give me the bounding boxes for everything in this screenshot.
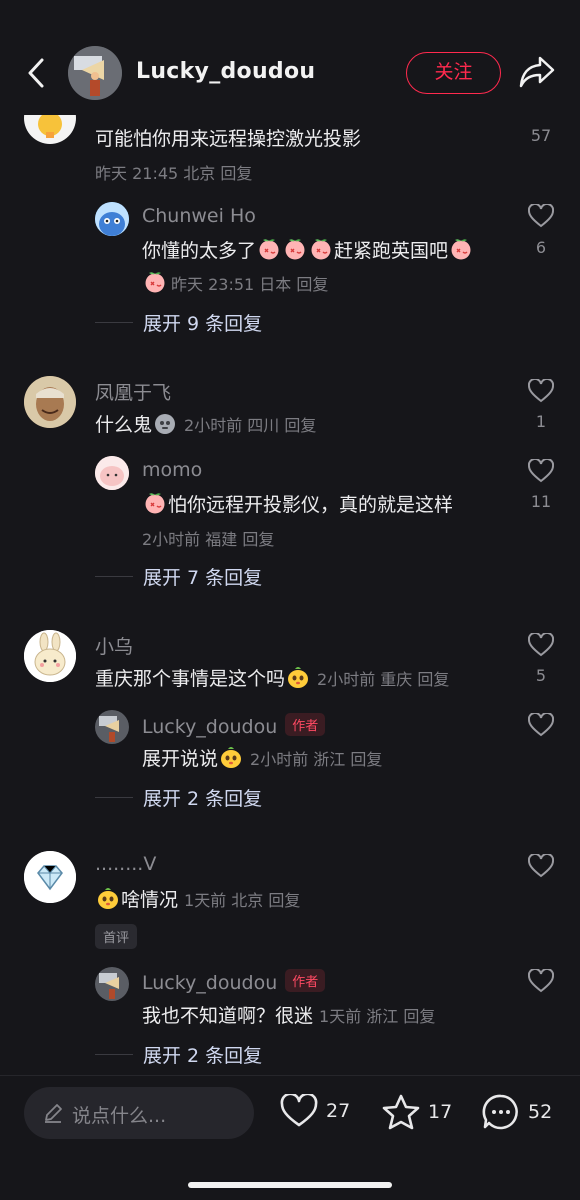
divider bbox=[95, 1054, 133, 1055]
like-count: 57 bbox=[530, 126, 552, 145]
avatar[interactable] bbox=[95, 202, 129, 236]
like-button[interactable]: 27 bbox=[280, 1094, 350, 1128]
reply-meta[interactable]: 昨天 23:51 日本 回复 bbox=[142, 270, 328, 295]
top-nav-bar: Lucky_doudou 关注 bbox=[0, 0, 580, 115]
comment-meta[interactable]: 2小时前 重庆 回复 bbox=[317, 670, 449, 689]
comment-author[interactable]: 凤凰于飞 bbox=[95, 378, 171, 405]
heart-icon[interactable] bbox=[528, 713, 554, 737]
yellow-face-emoji-icon bbox=[219, 745, 243, 769]
expand-replies[interactable]: 展开 2 条回复 bbox=[95, 784, 262, 811]
reply-author[interactable]: Lucky_doudou 作者 bbox=[142, 713, 326, 738]
comment-list[interactable]: 可能怕你用来远程操控激光投影 昨天 21:45 北京 回复 57 Chunwei… bbox=[0, 0, 580, 1075]
like-count: 6 bbox=[535, 238, 547, 257]
divider bbox=[95, 322, 133, 323]
collect-button[interactable]: 17 bbox=[382, 1094, 452, 1130]
reply-text: 怕你远程开投影仪，真的就是这样 bbox=[142, 490, 453, 517]
expand-replies[interactable]: 展开 2 条回复 bbox=[95, 1041, 262, 1068]
like-count: 11 bbox=[530, 492, 552, 511]
reply-author[interactable]: Lucky_doudou 作者 bbox=[142, 969, 326, 994]
peach-emoji-icon bbox=[143, 270, 167, 294]
avatar[interactable] bbox=[24, 376, 76, 428]
reply-author[interactable]: Chunwei Ho bbox=[142, 205, 256, 227]
divider bbox=[95, 797, 133, 798]
comment-text: 重庆那个事情是这个吗 2小时前 重庆 回复 bbox=[95, 664, 449, 691]
comment-text-content: 什么鬼 bbox=[95, 414, 153, 436]
comment-button[interactable]: 52 bbox=[482, 1094, 552, 1130]
username[interactable]: Lucky_doudou bbox=[136, 59, 315, 84]
comment-input[interactable]: 说点什么... bbox=[24, 1087, 254, 1139]
divider bbox=[95, 576, 133, 577]
heart-icon[interactable] bbox=[528, 633, 554, 657]
comment-meta[interactable]: 1天前 北京 回复 bbox=[184, 891, 300, 910]
follow-button[interactable]: 关注 bbox=[406, 52, 501, 94]
first-comment-badge: 首评 bbox=[95, 924, 138, 949]
comment-count: 52 bbox=[528, 1101, 553, 1123]
yellow-face-emoji-icon bbox=[286, 665, 310, 689]
reply-meta[interactable]: 1天前 浙江 回复 bbox=[319, 1007, 435, 1026]
back-arrow-icon[interactable] bbox=[22, 56, 52, 90]
avatar[interactable] bbox=[95, 710, 129, 744]
heart-icon[interactable] bbox=[528, 204, 554, 228]
heart-icon[interactable] bbox=[528, 379, 554, 403]
peach-emoji-icon bbox=[257, 237, 281, 261]
reply-text-content: 展开说说 bbox=[142, 748, 219, 770]
expand-replies-label: 展开 2 条回复 bbox=[143, 788, 263, 810]
reply-author-name: Lucky_doudou bbox=[142, 972, 278, 994]
avatar[interactable] bbox=[95, 456, 129, 490]
peach-emoji-icon bbox=[309, 237, 333, 261]
comment-text: 啥情况 1天前 北京 回复 bbox=[95, 885, 300, 912]
reply-author[interactable]: momo bbox=[142, 459, 202, 481]
peach-emoji-icon bbox=[143, 491, 167, 515]
expand-replies[interactable]: 展开 7 条回复 bbox=[95, 563, 262, 590]
reply-meta-text: 昨天 23:51 日本 回复 bbox=[171, 275, 329, 294]
comment-meta[interactable]: 昨天 21:45 北京 回复 bbox=[95, 160, 252, 184]
comment-text: 什么鬼 2小时前 四川 回复 bbox=[95, 410, 316, 437]
star-count: 17 bbox=[428, 1101, 453, 1123]
pencil-icon bbox=[45, 1104, 62, 1123]
comment-author[interactable]: 小乌 bbox=[95, 632, 133, 659]
heart-icon[interactable] bbox=[528, 854, 554, 878]
comment-text-content: 重庆那个事情是这个吗 bbox=[95, 668, 286, 690]
reply-author-name: Lucky_doudou bbox=[142, 716, 278, 738]
peach-emoji-icon bbox=[283, 237, 307, 261]
comment-text: 可能怕你用来远程操控激光投影 bbox=[95, 128, 362, 150]
like-count: 5 bbox=[535, 666, 547, 685]
comment-input-placeholder: 说点什么... bbox=[72, 1105, 167, 1127]
expand-replies-label: 展开 7 条回复 bbox=[143, 567, 263, 589]
heart-icon bbox=[280, 1094, 318, 1127]
avatar[interactable] bbox=[24, 851, 76, 903]
like-count: 27 bbox=[326, 1100, 351, 1122]
comment-author[interactable]: ........V bbox=[95, 853, 156, 875]
yellow-face-emoji-icon bbox=[96, 886, 120, 910]
expand-replies-label: 展开 9 条回复 bbox=[143, 313, 263, 335]
comment-meta[interactable]: 2小时前 四川 回复 bbox=[184, 416, 316, 435]
like-count: 1 bbox=[535, 412, 547, 431]
reply-text-part: 赶紧跑英国吧 bbox=[334, 240, 449, 262]
avatar[interactable] bbox=[24, 630, 76, 682]
reply-text: 我也不知道啊？很迷 1天前 浙江 回复 bbox=[142, 1001, 435, 1028]
reply-text: 你懂的太多了 赶紧跑英国吧 bbox=[142, 236, 474, 263]
expand-replies[interactable]: 展开 9 条回复 bbox=[95, 309, 262, 336]
expand-replies-label: 展开 2 条回复 bbox=[143, 1045, 263, 1067]
reply-meta[interactable]: 2小时前 浙江 回复 bbox=[250, 750, 382, 769]
heart-icon[interactable] bbox=[528, 969, 554, 993]
author-badge: 作者 bbox=[285, 969, 326, 992]
reply-text: 展开说说 2小时前 浙江 回复 bbox=[142, 744, 382, 771]
star-icon bbox=[382, 1094, 420, 1130]
reply-text-part: 你懂的太多了 bbox=[142, 240, 257, 262]
home-indicator[interactable] bbox=[188, 1182, 392, 1188]
author-badge: 作者 bbox=[285, 713, 326, 736]
user-avatar[interactable] bbox=[68, 46, 122, 100]
heart-icon[interactable] bbox=[528, 459, 554, 483]
comment-text-content: 啥情况 bbox=[121, 889, 179, 911]
peach-emoji-icon bbox=[449, 237, 473, 261]
ghost-emoji-icon bbox=[153, 411, 177, 435]
reply-text-content: 怕你远程开投影仪，真的就是这样 bbox=[168, 494, 454, 516]
avatar[interactable] bbox=[95, 967, 129, 1001]
reply-meta[interactable]: 2小时前 福建 回复 bbox=[142, 526, 274, 550]
share-icon[interactable] bbox=[518, 54, 556, 90]
reply-text-content: 我也不知道啊？很迷 bbox=[142, 1005, 314, 1027]
comment-bubble-icon bbox=[482, 1094, 518, 1130]
